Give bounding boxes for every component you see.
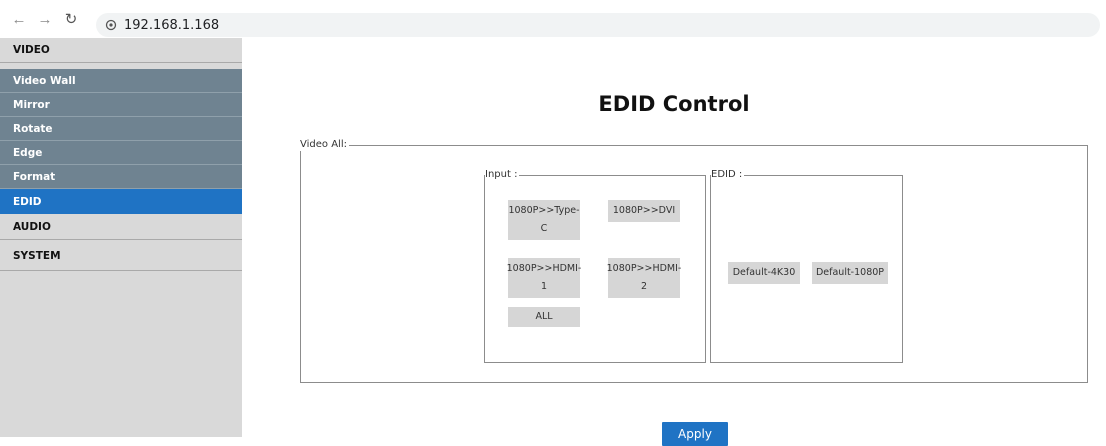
input-hdmi1-button[interactable]: 1080P>>HDMI- 1 <box>506 258 582 298</box>
input-hdmi1-label-1: 1080P>>HDMI- <box>506 263 582 274</box>
site-info-icon[interactable] <box>104 18 118 32</box>
edid-default-4k30-button[interactable]: Default-4K30 <box>728 262 800 284</box>
sidebar: VIDEO Video Wall Mirror Rotate Edge Form… <box>0 38 242 437</box>
sidebar-item-audio[interactable]: AUDIO <box>0 215 242 240</box>
sidebar-item-mirror[interactable]: Mirror <box>0 93 242 117</box>
input-hdmi2-label-2: 2 <box>640 281 648 292</box>
address-bar[interactable]: 192.168.1.168 <box>96 13 1100 37</box>
input-type-c-label-2: C <box>540 223 548 234</box>
edid-default-1080p-button[interactable]: Default-1080P <box>812 262 888 284</box>
video-all-legend: Video All: <box>300 139 349 151</box>
sidebar-item-edge[interactable]: Edge <box>0 141 242 165</box>
arrow-left-icon[interactable]: ← <box>9 9 29 29</box>
input-type-c-button[interactable]: 1080P>>Type- C <box>508 200 580 240</box>
reload-icon[interactable]: ↻ <box>61 9 81 29</box>
sidebar-item-system[interactable]: SYSTEM <box>0 241 242 271</box>
input-all-button[interactable]: ALL <box>508 307 580 327</box>
arrow-right-icon[interactable]: → <box>35 9 55 29</box>
edid-legend: EDID : <box>711 169 745 181</box>
page-title: EDID Control <box>598 92 750 116</box>
sidebar-item-rotate[interactable]: Rotate <box>0 117 242 141</box>
sidebar-item-video-wall[interactable]: Video Wall <box>0 69 242 93</box>
browser-toolbar: ← → ↻ 192.168.1.168 <box>0 0 1106 38</box>
input-hdmi2-button[interactable]: 1080P>>HDMI- 2 <box>606 258 682 298</box>
main-content: EDID Control Video All: Input : EDID : 1… <box>242 38 1106 446</box>
input-dvi-button[interactable]: 1080P>>DVI <box>608 200 680 222</box>
apply-button[interactable]: Apply <box>662 422 728 446</box>
input-hdmi2-label-1: 1080P>>HDMI- <box>606 263 682 274</box>
input-legend: Input : <box>485 169 520 181</box>
input-hdmi1-label-2: 1 <box>540 281 548 292</box>
sidebar-item-format[interactable]: Format <box>0 165 242 189</box>
input-type-c-label-1: 1080P>>Type- <box>508 205 580 216</box>
url-text: 192.168.1.168 <box>124 17 220 33</box>
sidebar-item-edid[interactable]: EDID <box>0 189 242 214</box>
sidebar-item-video[interactable]: VIDEO <box>0 38 242 63</box>
